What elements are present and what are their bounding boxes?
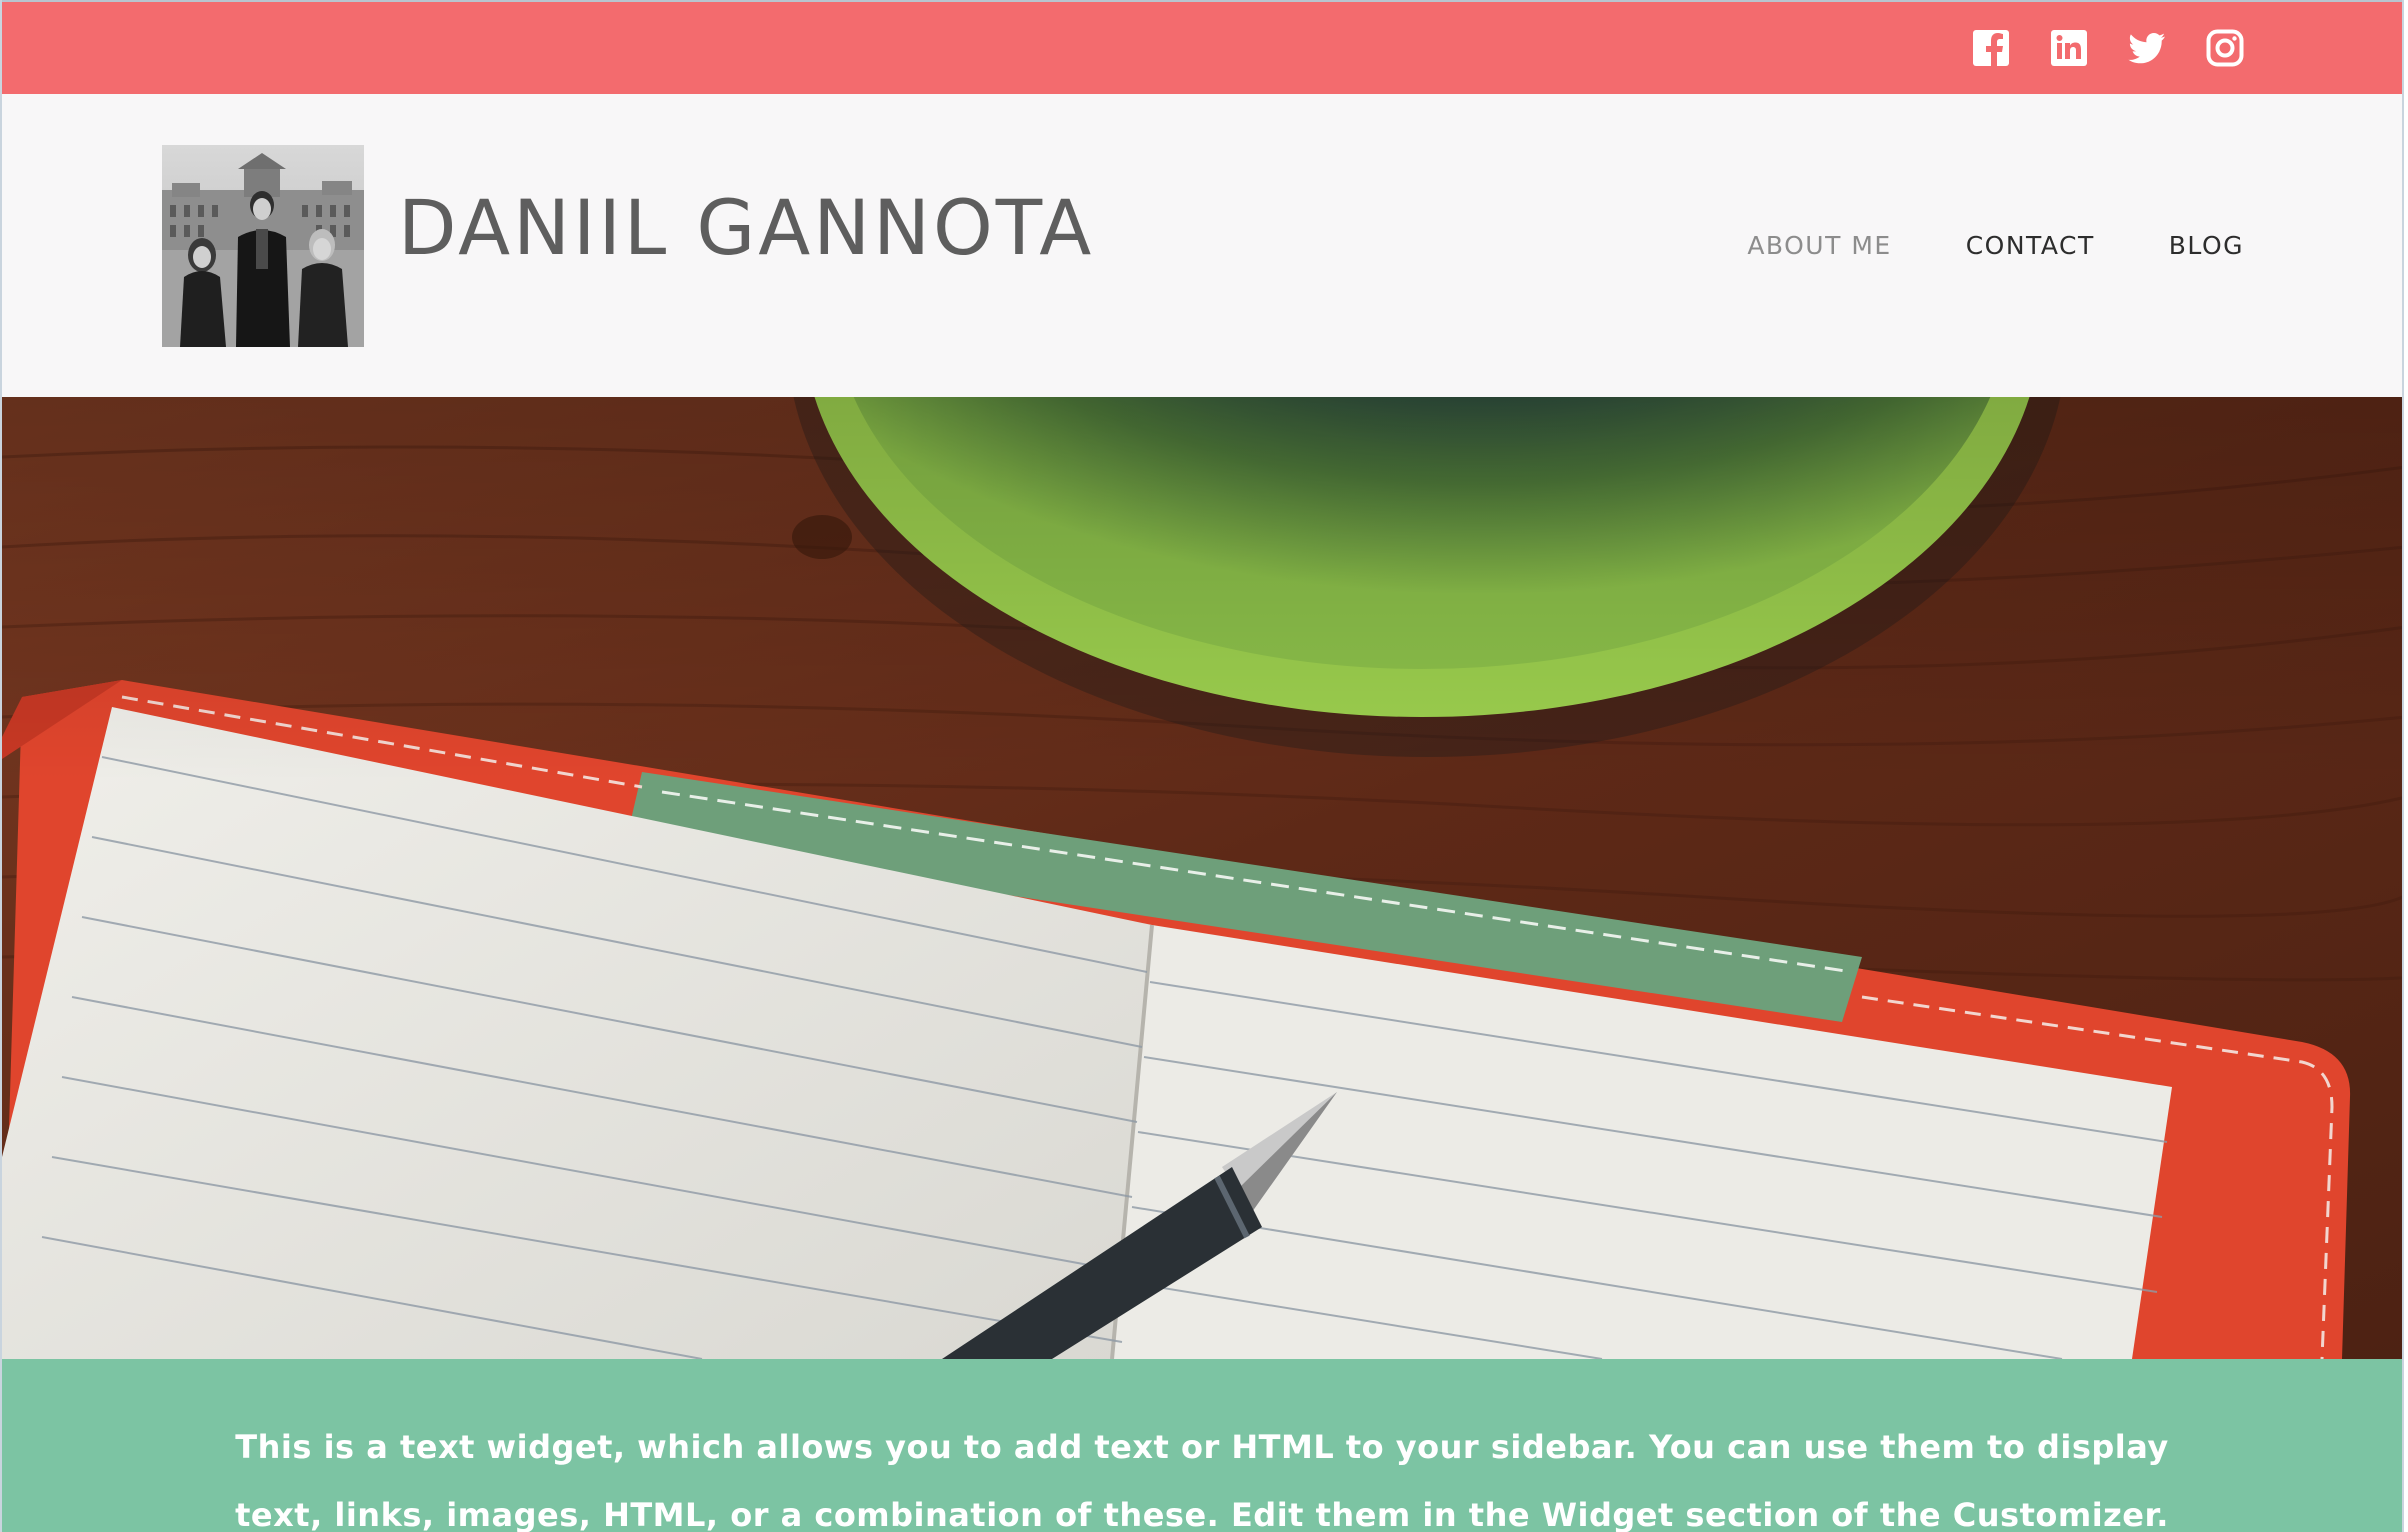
facebook-icon[interactable] bbox=[1972, 29, 2010, 67]
social-bar bbox=[2, 0, 2402, 94]
main-nav: ABOUT ME CONTACT BLOG bbox=[1747, 94, 2244, 397]
linkedin-icon[interactable] bbox=[2050, 29, 2088, 67]
site-header: DANIIL GANNOTA ABOUT ME CONTACT BLOG bbox=[2, 94, 2402, 397]
hero-image bbox=[2, 397, 2402, 1359]
text-widget-body: This is a text widget, which allows you … bbox=[235, 1428, 2169, 1532]
instagram-icon[interactable] bbox=[2206, 29, 2244, 67]
nav-item-blog[interactable]: BLOG bbox=[2169, 231, 2244, 260]
site-logo[interactable] bbox=[162, 145, 364, 347]
hero-illustration bbox=[2, 397, 2402, 1359]
nav-item-contact[interactable]: CONTACT bbox=[1966, 231, 2095, 260]
social-links bbox=[1972, 2, 2244, 94]
twitter-icon[interactable] bbox=[2128, 29, 2166, 67]
nav-item-about-me[interactable]: ABOUT ME bbox=[1747, 231, 1891, 260]
site-title[interactable]: DANIIL GANNOTA bbox=[398, 190, 1094, 266]
logo-photo bbox=[162, 145, 364, 347]
text-widget: This is a text widget, which allows you … bbox=[2, 1359, 2402, 1532]
page: DANIIL GANNOTA ABOUT ME CONTACT BLOG Thi… bbox=[0, 0, 2404, 1532]
